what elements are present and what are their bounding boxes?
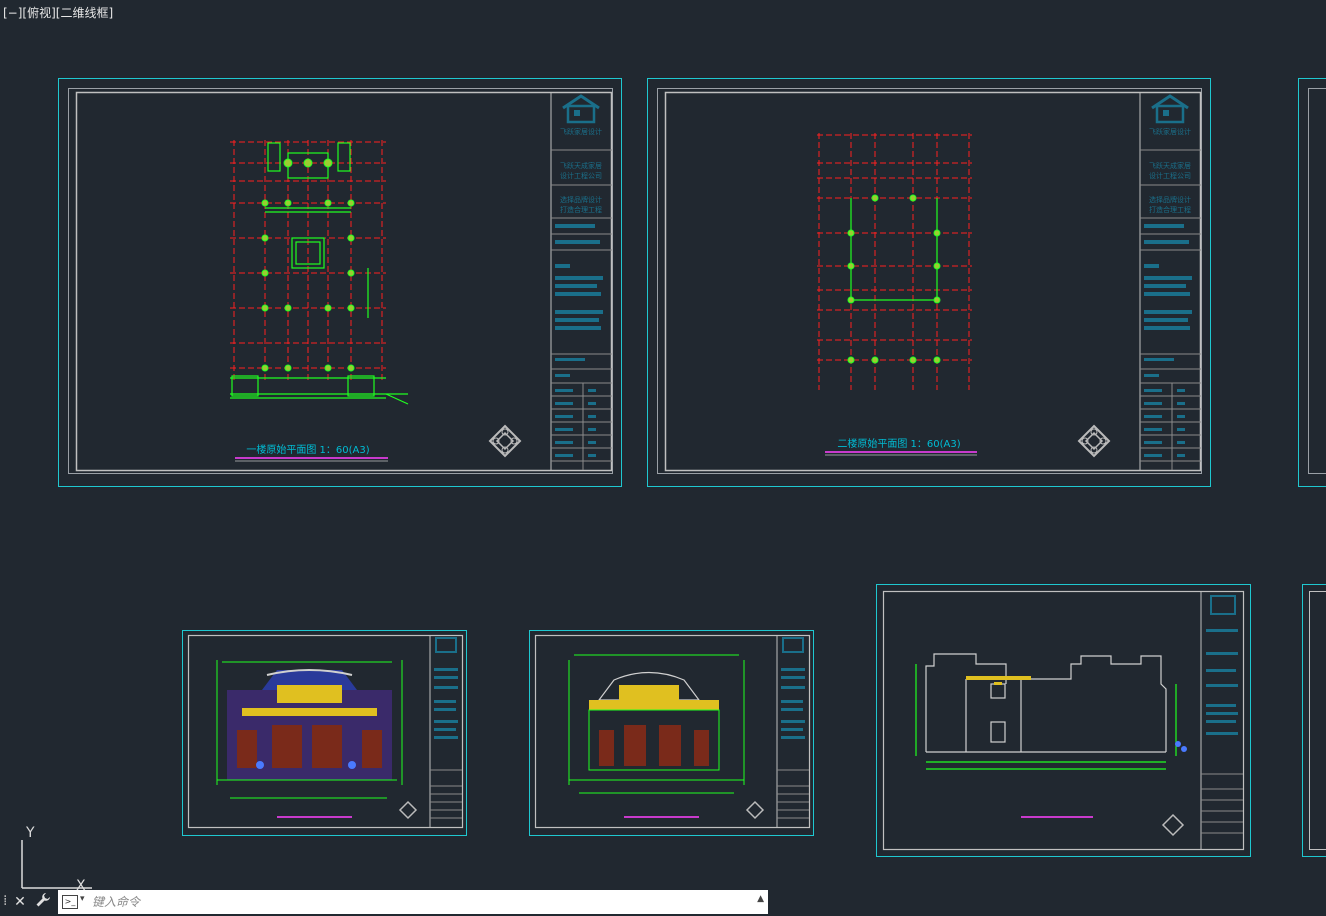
compass-diamond-icon xyxy=(745,800,765,820)
first-floor-plan-drawing xyxy=(230,140,409,405)
layout-sheet-front-elevation[interactable] xyxy=(182,630,467,836)
long-elevation-drawing xyxy=(915,653,1187,770)
command-line-close-button[interactable]: ✕ xyxy=(12,892,28,912)
command-input[interactable] xyxy=(92,892,732,912)
ucs-axis-icon: Y X xyxy=(21,825,92,892)
viewport-controls-label[interactable]: [−][俯视][二维线框] xyxy=(3,4,113,21)
company-line2: 设计工程公司 xyxy=(560,171,602,180)
prompt-dropdown-chevron-icon[interactable]: ▾ xyxy=(80,894,85,904)
company-line1: 飞跃天成家居 xyxy=(1149,161,1191,170)
compass-diamond-icon xyxy=(488,424,522,458)
sheet-title-second-floor: 二楼原始平面图 1：60(A3) xyxy=(837,437,960,450)
compass-diamond-icon xyxy=(1161,813,1185,837)
slogan-line2: 打造合理工程 xyxy=(560,205,602,214)
command-line-bar: ⁞ ✕ >_ ▾ ▲ xyxy=(0,888,770,916)
compass-diamond-icon xyxy=(1077,424,1111,458)
side-elevation-drawing xyxy=(568,654,745,794)
title-block: 飞跃家居设计 飞跃天成家居 设计工程公司 选择品牌设计 打造合理工程 xyxy=(551,94,612,470)
front-elevation-drawing xyxy=(216,660,403,799)
company-line2: 设计工程公司 xyxy=(1149,171,1191,180)
command-line-grip-icon[interactable]: ⁞ xyxy=(3,891,9,911)
compass-diamond-icon xyxy=(398,800,418,820)
title-block-small xyxy=(777,637,809,819)
slogan-line1: 选择品牌设计 xyxy=(1149,195,1191,204)
company-logo-text: 飞跃家居设计 xyxy=(1149,127,1191,136)
sheet-title-first-floor: 一楼原始平面图 1：60(A3) xyxy=(246,443,369,456)
company-line1: 飞跃天成家居 xyxy=(560,161,602,170)
command-history-up-icon[interactable]: ▲ xyxy=(757,894,764,904)
customize-wrench-icon[interactable] xyxy=(34,892,52,912)
layout-sheet-long-elevation[interactable] xyxy=(876,584,1251,857)
second-floor-plan-drawing xyxy=(817,133,972,390)
command-prompt-icon[interactable]: >_ xyxy=(62,895,78,909)
title-block-small xyxy=(1201,595,1243,834)
title-block-small xyxy=(430,637,462,819)
title-block: 飞跃家居设计 飞跃天成家居 设计工程公司 选择品牌设计 打造合理工程 xyxy=(1140,94,1201,470)
slogan-line1: 选择品牌设计 xyxy=(560,195,602,204)
ucs-y-label: Y xyxy=(25,825,35,841)
company-logo-icon xyxy=(562,94,600,124)
slogan-line2: 打造合理工程 xyxy=(1149,205,1191,214)
layout-sheet-first-floor[interactable]: 飞跃家居设计 飞跃天成家居 设计工程公司 选择品牌设计 打造合理工程 一楼原始平… xyxy=(58,78,622,487)
layout-sheet-second-floor[interactable]: 飞跃家居设计 飞跃天成家居 设计工程公司 选择品牌设计 打造合理工程 二楼原始平… xyxy=(647,78,1211,487)
command-input-container: >_ ▾ ▲ xyxy=(58,890,768,914)
layout-sheet-offscreen-bottom[interactable] xyxy=(1302,584,1326,857)
company-logo-icon xyxy=(1151,94,1189,124)
company-logo-text: 飞跃家居设计 xyxy=(560,127,602,136)
layout-sheet-elevation-2[interactable] xyxy=(529,630,814,836)
layout-sheet-offscreen-top[interactable] xyxy=(1298,78,1326,487)
